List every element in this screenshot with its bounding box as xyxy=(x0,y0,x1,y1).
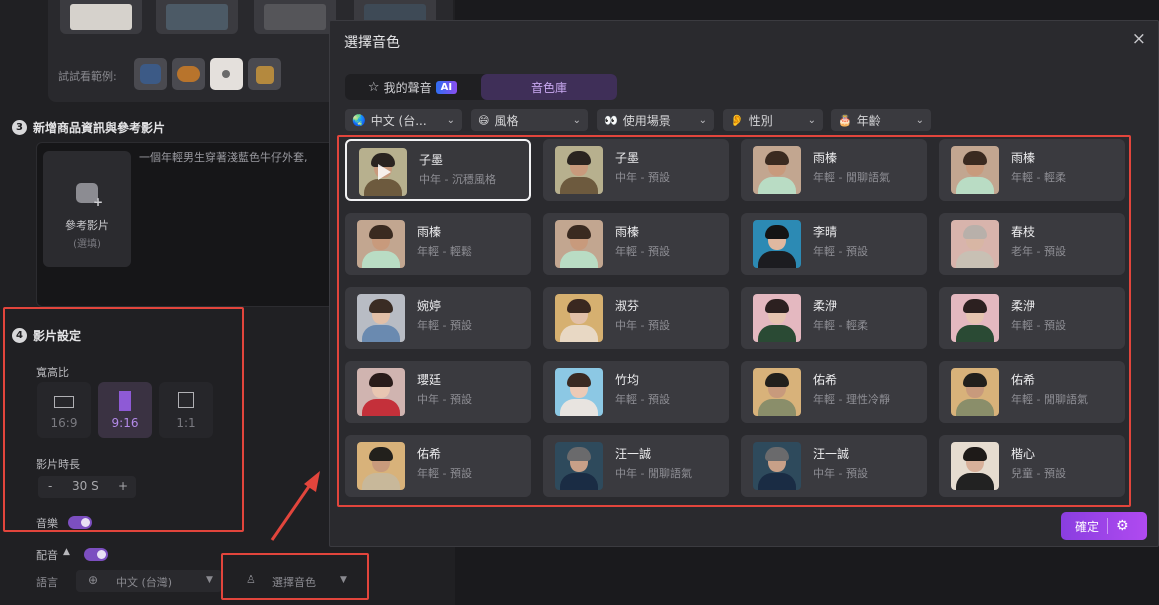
caret-up-icon[interactable]: ▲ xyxy=(63,547,70,557)
prompt-text[interactable]: 一個年輕男生穿著淺藍色牛仔外套, xyxy=(139,149,329,165)
filter-label: 年齡 xyxy=(856,113,881,128)
filter-label: 性別 xyxy=(748,113,773,128)
section-3-header: 3 新增商品資訊與參考影片 xyxy=(12,119,165,136)
filter-age[interactable]: 🎂 年齡 ⌄ xyxy=(831,109,931,131)
dubbing-label: 配音 xyxy=(36,549,58,562)
chevron-down-icon: ⌄ xyxy=(915,114,924,126)
chevron-down-icon: ▼ xyxy=(206,575,213,585)
tab-label: 我的聲音 xyxy=(383,80,432,95)
example-thumbnail-3[interactable] xyxy=(254,0,336,34)
reference-video-title: 參考影片 xyxy=(65,219,109,232)
voice-tabs: ☆ 我的聲音 AI 音色庫 xyxy=(345,74,617,100)
annotation-arrow xyxy=(270,471,320,541)
example-thumbnail-1[interactable] xyxy=(60,0,142,34)
ai-badge: AI xyxy=(435,80,458,94)
product-info-box[interactable]: 參考影片 (選填) 一個年輕男生穿著淺藍色牛仔外套, xyxy=(36,142,336,307)
filter-scene[interactable]: 👀 使用場景 ⌄ xyxy=(597,109,714,131)
sample-chair[interactable] xyxy=(248,58,281,90)
add-video-icon xyxy=(76,183,103,209)
language-value: 中文 (台灣) xyxy=(116,576,173,589)
example-thumbnail-2[interactable] xyxy=(156,0,238,34)
language-select[interactable]: ⊕ 中文 (台灣) ▼ xyxy=(76,570,222,592)
ear-icon: 👂 xyxy=(730,113,744,127)
section-title: 新增商品資訊與參考影片 xyxy=(33,121,166,135)
globe-icon: ⊕ xyxy=(88,573,99,587)
sample-burger[interactable] xyxy=(172,58,205,90)
try-examples-label: 試試看範例: xyxy=(58,70,117,83)
reference-video-upload[interactable]: 參考影片 (選填) xyxy=(43,151,131,267)
filter-language[interactable]: 🌏 中文 (台... ⌄ xyxy=(345,109,462,131)
tab-my-voice[interactable]: ☆ 我的聲音 AI xyxy=(345,74,480,100)
chevron-down-icon: ⌄ xyxy=(698,114,707,126)
tab-label: 音色庫 xyxy=(530,80,567,95)
chevron-down-icon: ⌄ xyxy=(572,114,581,126)
globe-icon: 🌏 xyxy=(352,113,366,127)
close-icon[interactable]: × xyxy=(1132,29,1146,49)
chevron-down-icon: ⌄ xyxy=(446,114,455,126)
dialog-title: 選擇音色 xyxy=(344,35,400,51)
highlight-voice-select xyxy=(221,553,369,600)
highlight-voice-grid xyxy=(337,135,1131,507)
step-number: 3 xyxy=(12,120,27,135)
filter-label: 使用場景 xyxy=(622,113,671,128)
confirm-button[interactable]: 確定 ⚙ xyxy=(1061,512,1147,540)
voice-picker-dialog: 選擇音色 × ☆ 我的聲音 AI 音色庫 🌏 中文 (台... ⌄ 😄 風格 ⌄… xyxy=(329,20,1159,547)
confirm-label: 確定 xyxy=(1075,519,1100,534)
settings-gear-icon[interactable]: ⚙ xyxy=(1116,518,1129,534)
filter-label: 風格 xyxy=(494,113,519,128)
filter-gender[interactable]: 👂 性別 ⌄ xyxy=(723,109,823,131)
smile-icon: 😄 xyxy=(478,113,490,127)
sample-device[interactable] xyxy=(210,58,243,90)
language-label: 語言 xyxy=(36,576,58,589)
sample-jacket[interactable] xyxy=(134,58,167,90)
star-icon: ☆ xyxy=(367,79,380,95)
divider xyxy=(1107,518,1109,534)
cake-icon: 🎂 xyxy=(838,113,852,127)
tab-voice-library[interactable]: 音色庫 xyxy=(481,74,617,100)
filter-style[interactable]: 😄 風格 ⌄ xyxy=(471,109,588,131)
dubbing-toggle[interactable] xyxy=(84,548,108,561)
highlight-video-settings xyxy=(3,307,244,532)
eyes-icon: 👀 xyxy=(604,113,618,127)
chevron-down-icon: ⌄ xyxy=(807,114,816,126)
filter-label: 中文 (台... xyxy=(370,113,427,128)
reference-video-optional: (選填) xyxy=(73,239,101,250)
